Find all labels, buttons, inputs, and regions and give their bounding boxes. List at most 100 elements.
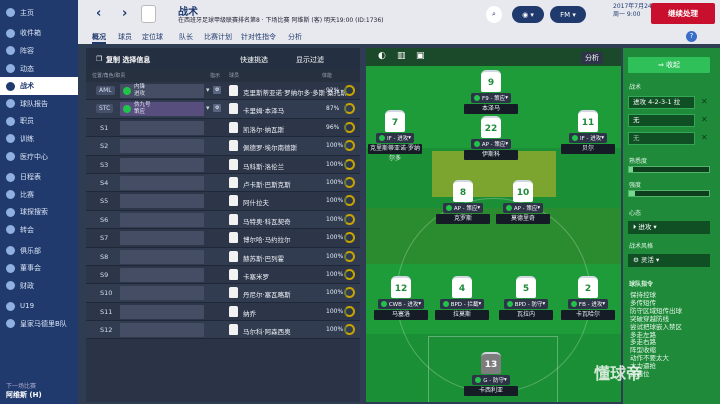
sidebar-item-b-team[interactable]: 皇家马德里B队 bbox=[0, 315, 78, 333]
next-match[interactable]: 下一场比赛 阿维斯 (H) bbox=[6, 381, 42, 400]
player-marker[interactable]: 2 FB - 进攻 ▾ 卡瓦哈尔 bbox=[556, 276, 620, 320]
forward-arrow-icon[interactable]: › bbox=[122, 6, 127, 21]
world-icon[interactable]: ◉ ▾ bbox=[512, 6, 544, 23]
bar-chart-icon[interactable]: ▥ bbox=[397, 51, 406, 61]
sidebar-item-club[interactable]: 俱乐部 bbox=[0, 242, 78, 260]
player-name[interactable]: 马科斯·洛伦兰 bbox=[243, 161, 284, 171]
player-marker[interactable]: 5 BPD - 防守 ▾ 瓦拉内 bbox=[494, 276, 558, 320]
sidebar-item-u19[interactable]: U19 bbox=[0, 298, 78, 316]
table-row[interactable]: S1 凯洛尔·纳瓦斯 96% bbox=[86, 118, 360, 138]
table-row[interactable]: S6 马特奥·科瓦契奇 100% bbox=[86, 210, 360, 230]
tactic-slot-3[interactable]: 无 bbox=[628, 132, 695, 145]
formation-select[interactable]: 进攻 4-2-3-1 拉 bbox=[628, 96, 695, 109]
sidebar-item-staff[interactable]: 职员 bbox=[0, 113, 78, 131]
sidebar-item-squad[interactable]: 阵容 bbox=[0, 42, 78, 60]
player-name[interactable]: 阿什拉夫 bbox=[243, 197, 269, 207]
player-marker[interactable]: 7 IF - 进攻 ▾ 克里斯蒂亚诺·罗纳尔多 bbox=[366, 110, 427, 162]
col-position[interactable]: 位置/角色/职责 bbox=[92, 72, 125, 79]
role-duty-selector[interactable] bbox=[120, 304, 204, 319]
role-duty-selector[interactable] bbox=[120, 175, 204, 190]
role-tag[interactable]: IF - 进攻 ▾ bbox=[568, 133, 608, 143]
table-row[interactable]: S10 丹尼尔·塞瓦略斯 100% bbox=[86, 284, 360, 303]
player-name[interactable]: 博尔哈·马约拉尔 bbox=[243, 234, 291, 244]
instructions-badge[interactable]: ⚙ bbox=[213, 104, 222, 113]
player-name[interactable]: 卡塞米罗 bbox=[243, 271, 269, 281]
role-duty-selector[interactable]: 内锋 进攻 bbox=[120, 84, 204, 98]
player-marker[interactable]: 22 AP - 策应 ▾ 伊斯科 bbox=[459, 116, 523, 160]
player-marker[interactable]: 4 BPD - 拦截 ▾ 拉莫斯 bbox=[430, 276, 494, 320]
sidebar-item-medical[interactable]: 医疗中心 bbox=[0, 148, 78, 166]
chevron-down-icon[interactable]: ▾ bbox=[206, 104, 210, 112]
table-row[interactable]: STC 伪九号 策应 ▾ ⚙ 卡里姆·本泽马 87% bbox=[86, 100, 360, 119]
role-duty-selector[interactable] bbox=[120, 249, 204, 264]
col-condition[interactable]: 体能 bbox=[322, 72, 332, 79]
role-duty-selector[interactable] bbox=[120, 157, 204, 172]
display-filter-button[interactable]: 显示过滤 bbox=[296, 55, 324, 65]
sidebar-item-home[interactable]: 主页 bbox=[0, 4, 78, 22]
back-arrow-icon[interactable]: ‹ bbox=[96, 6, 101, 21]
col-instructions[interactable]: 指示 bbox=[210, 72, 220, 79]
help-icon[interactable]: ? bbox=[686, 31, 697, 42]
tab-match-plan[interactable]: 比赛计划 bbox=[204, 32, 232, 42]
sidebar-item-transfers[interactable]: 转会 bbox=[0, 221, 78, 239]
role-duty-selector[interactable] bbox=[120, 194, 204, 209]
tab-opposition-instructions[interactable]: 针对性指令 bbox=[241, 32, 276, 42]
chevron-down-icon[interactable]: ▾ bbox=[206, 86, 210, 94]
player-name[interactable]: 马特奥·科瓦契奇 bbox=[243, 216, 291, 226]
tab-overview[interactable]: 概况 bbox=[92, 32, 106, 44]
player-name[interactable]: 卡里姆·本泽马 bbox=[243, 105, 284, 115]
table-row[interactable]: S12 马尔科·阿森西奥 100% bbox=[86, 321, 360, 340]
role-tag[interactable]: FB - 进攻 ▾ bbox=[567, 299, 609, 309]
continue-button[interactable]: 继续处理 bbox=[651, 3, 715, 24]
tab-analysis[interactable]: 分析 bbox=[288, 32, 302, 42]
table-row[interactable]: S11 纳乔 100% bbox=[86, 302, 360, 322]
role-tag[interactable]: AP - 策应 ▾ bbox=[442, 203, 484, 213]
player-marker[interactable]: 10 AP - 策应 ▾ 莫德里奇 bbox=[491, 180, 555, 224]
sidebar-item-finance[interactable]: 财政 bbox=[0, 277, 78, 295]
role-tag[interactable]: CWB - 进攻 ▾ bbox=[377, 299, 425, 309]
role-duty-selector[interactable]: 伪九号 策应 bbox=[120, 102, 204, 117]
close-icon[interactable]: ✕ bbox=[701, 115, 708, 124]
mentality-select[interactable]: ⏵ 进攻 ▾ bbox=[628, 221, 710, 234]
player-marker[interactable]: 9 F9 - 策应 ▾ 本泽马 bbox=[459, 70, 523, 114]
role-duty-selector[interactable] bbox=[120, 323, 204, 338]
collapse-button[interactable]: ⇒ 收起 bbox=[628, 57, 710, 73]
sidebar-item-matches[interactable]: 比赛 bbox=[0, 186, 78, 204]
col-player[interactable]: 球员 bbox=[229, 72, 239, 79]
role-duty-selector[interactable] bbox=[120, 267, 204, 282]
contrast-icon[interactable]: ◐ bbox=[378, 51, 386, 61]
tab-players[interactable]: 球员 bbox=[118, 32, 132, 42]
role-duty-selector[interactable] bbox=[120, 231, 204, 246]
copy-icon[interactable]: ❐ bbox=[96, 55, 102, 63]
player-name[interactable]: 佩德罗·埃尔南德斯 bbox=[243, 142, 297, 152]
player-marker[interactable]: 11 IF - 进攻 ▾ 贝尔 bbox=[556, 110, 620, 154]
player-name[interactable]: 马尔科·阿森西奥 bbox=[243, 326, 291, 336]
table-row[interactable]: S2 佩德罗·埃尔南德斯 100% bbox=[86, 137, 360, 156]
role-tag[interactable]: F9 - 策应 ▾ bbox=[471, 93, 511, 103]
table-row[interactable]: S7 博尔哈·马约拉尔 100% bbox=[86, 229, 360, 248]
role-duty-selector[interactable] bbox=[120, 286, 204, 301]
table-row[interactable]: S8 赫苏斯·巴列霍 100% bbox=[86, 247, 360, 266]
sidebar-item-team-report[interactable]: 球队报告 bbox=[0, 95, 78, 113]
table-row[interactable]: S3 马科斯·洛伦兰 100% bbox=[86, 155, 360, 174]
table-row[interactable]: S4 卢卡斯·巴斯克斯 100% bbox=[86, 173, 360, 193]
role-tag[interactable]: IF - 进攻 ▾ bbox=[375, 133, 415, 143]
tab-captains[interactable]: 队长 bbox=[179, 32, 193, 42]
sidebar-item-schedule[interactable]: 日程表 bbox=[0, 168, 78, 186]
role-tag[interactable]: AP - 策应 ▾ bbox=[502, 203, 544, 213]
player-name[interactable]: 卢卡斯·巴斯克斯 bbox=[243, 179, 291, 189]
role-duty-selector[interactable] bbox=[120, 212, 204, 227]
role-tag[interactable]: AP - 策应 ▾ bbox=[470, 139, 512, 149]
player-name[interactable]: 纳乔 bbox=[243, 308, 256, 318]
player-name[interactable]: 丹尼尔·塞瓦略斯 bbox=[243, 289, 291, 299]
style-select[interactable]: ⚙ 灵活 ▾ bbox=[628, 254, 710, 267]
fm-menu-button[interactable]: FM ▾ bbox=[550, 6, 586, 23]
image-icon[interactable]: ▣ bbox=[416, 51, 425, 61]
search-icon[interactable]: ⌕ bbox=[486, 6, 502, 23]
player-marker[interactable]: 12 CWB - 进攻 ▾ 马塞洛 bbox=[369, 276, 433, 320]
sidebar-item-board[interactable]: 董事会 bbox=[0, 259, 78, 277]
close-icon[interactable]: ✕ bbox=[701, 97, 708, 106]
player-marker[interactable]: 13 G - 防守 ▾ 卡西利亚 bbox=[459, 352, 523, 396]
quick-pick-button[interactable]: 快速挑选 bbox=[240, 55, 268, 65]
table-row[interactable]: S9 卡塞米罗 100% bbox=[86, 265, 360, 285]
